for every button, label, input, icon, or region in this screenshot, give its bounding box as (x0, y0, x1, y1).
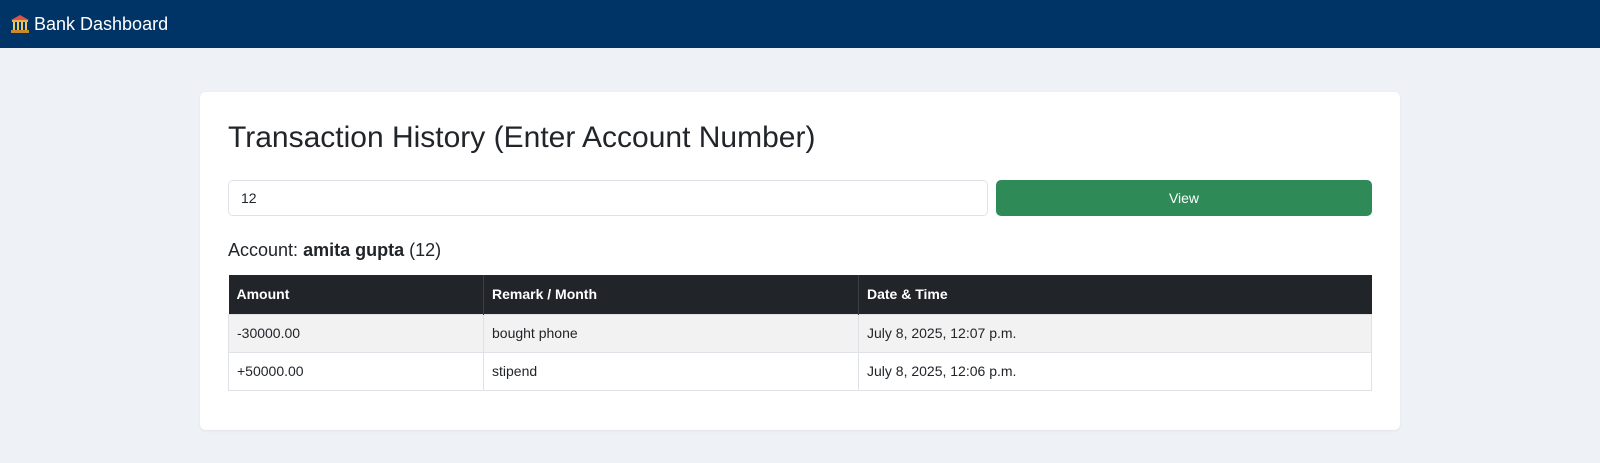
account-number-input[interactable] (228, 180, 988, 216)
page-title: Transaction History (Enter Account Numbe… (228, 121, 816, 154)
account-info: Account: amita gupta (12) (228, 240, 1372, 261)
cell-amount: +50000.00 (228, 351, 484, 391)
header-amount: Amount (228, 275, 484, 314)
account-name: amita gupta (303, 240, 405, 260)
transaction-history-card: Transaction History (Enter Account Numbe… (200, 92, 1400, 430)
header-datetime: Date & Time (858, 275, 1372, 314)
brand-link[interactable]: Bank Dashboard (10, 14, 168, 35)
cell-amount: -30000.00 (228, 313, 484, 353)
transactions-table: Amount Remark / Month Date & Time -30000… (228, 275, 1372, 391)
table-row: -30000.00 bought phone July 8, 2025, 12:… (228, 313, 1372, 353)
cell-remark: bought phone (483, 313, 859, 353)
account-search-form: View (228, 180, 1372, 216)
header-remark: Remark / Month (483, 275, 859, 314)
brand-label: Bank Dashboard (34, 13, 169, 34)
top-navbar: Bank Dashboard (0, 0, 1600, 48)
account-prefix: Account: (228, 240, 299, 260)
account-number: (12) (409, 240, 442, 260)
cell-datetime: July 8, 2025, 12:06 p.m. (858, 351, 1372, 391)
bank-icon (11, 15, 29, 33)
cell-remark: stipend (483, 351, 859, 391)
cell-datetime: July 8, 2025, 12:07 p.m. (858, 313, 1372, 353)
table-header-row: Amount Remark / Month Date & Time (228, 275, 1372, 314)
view-button[interactable]: View (996, 180, 1372, 216)
table-row: +50000.00 stipend July 8, 2025, 12:06 p.… (228, 351, 1372, 391)
